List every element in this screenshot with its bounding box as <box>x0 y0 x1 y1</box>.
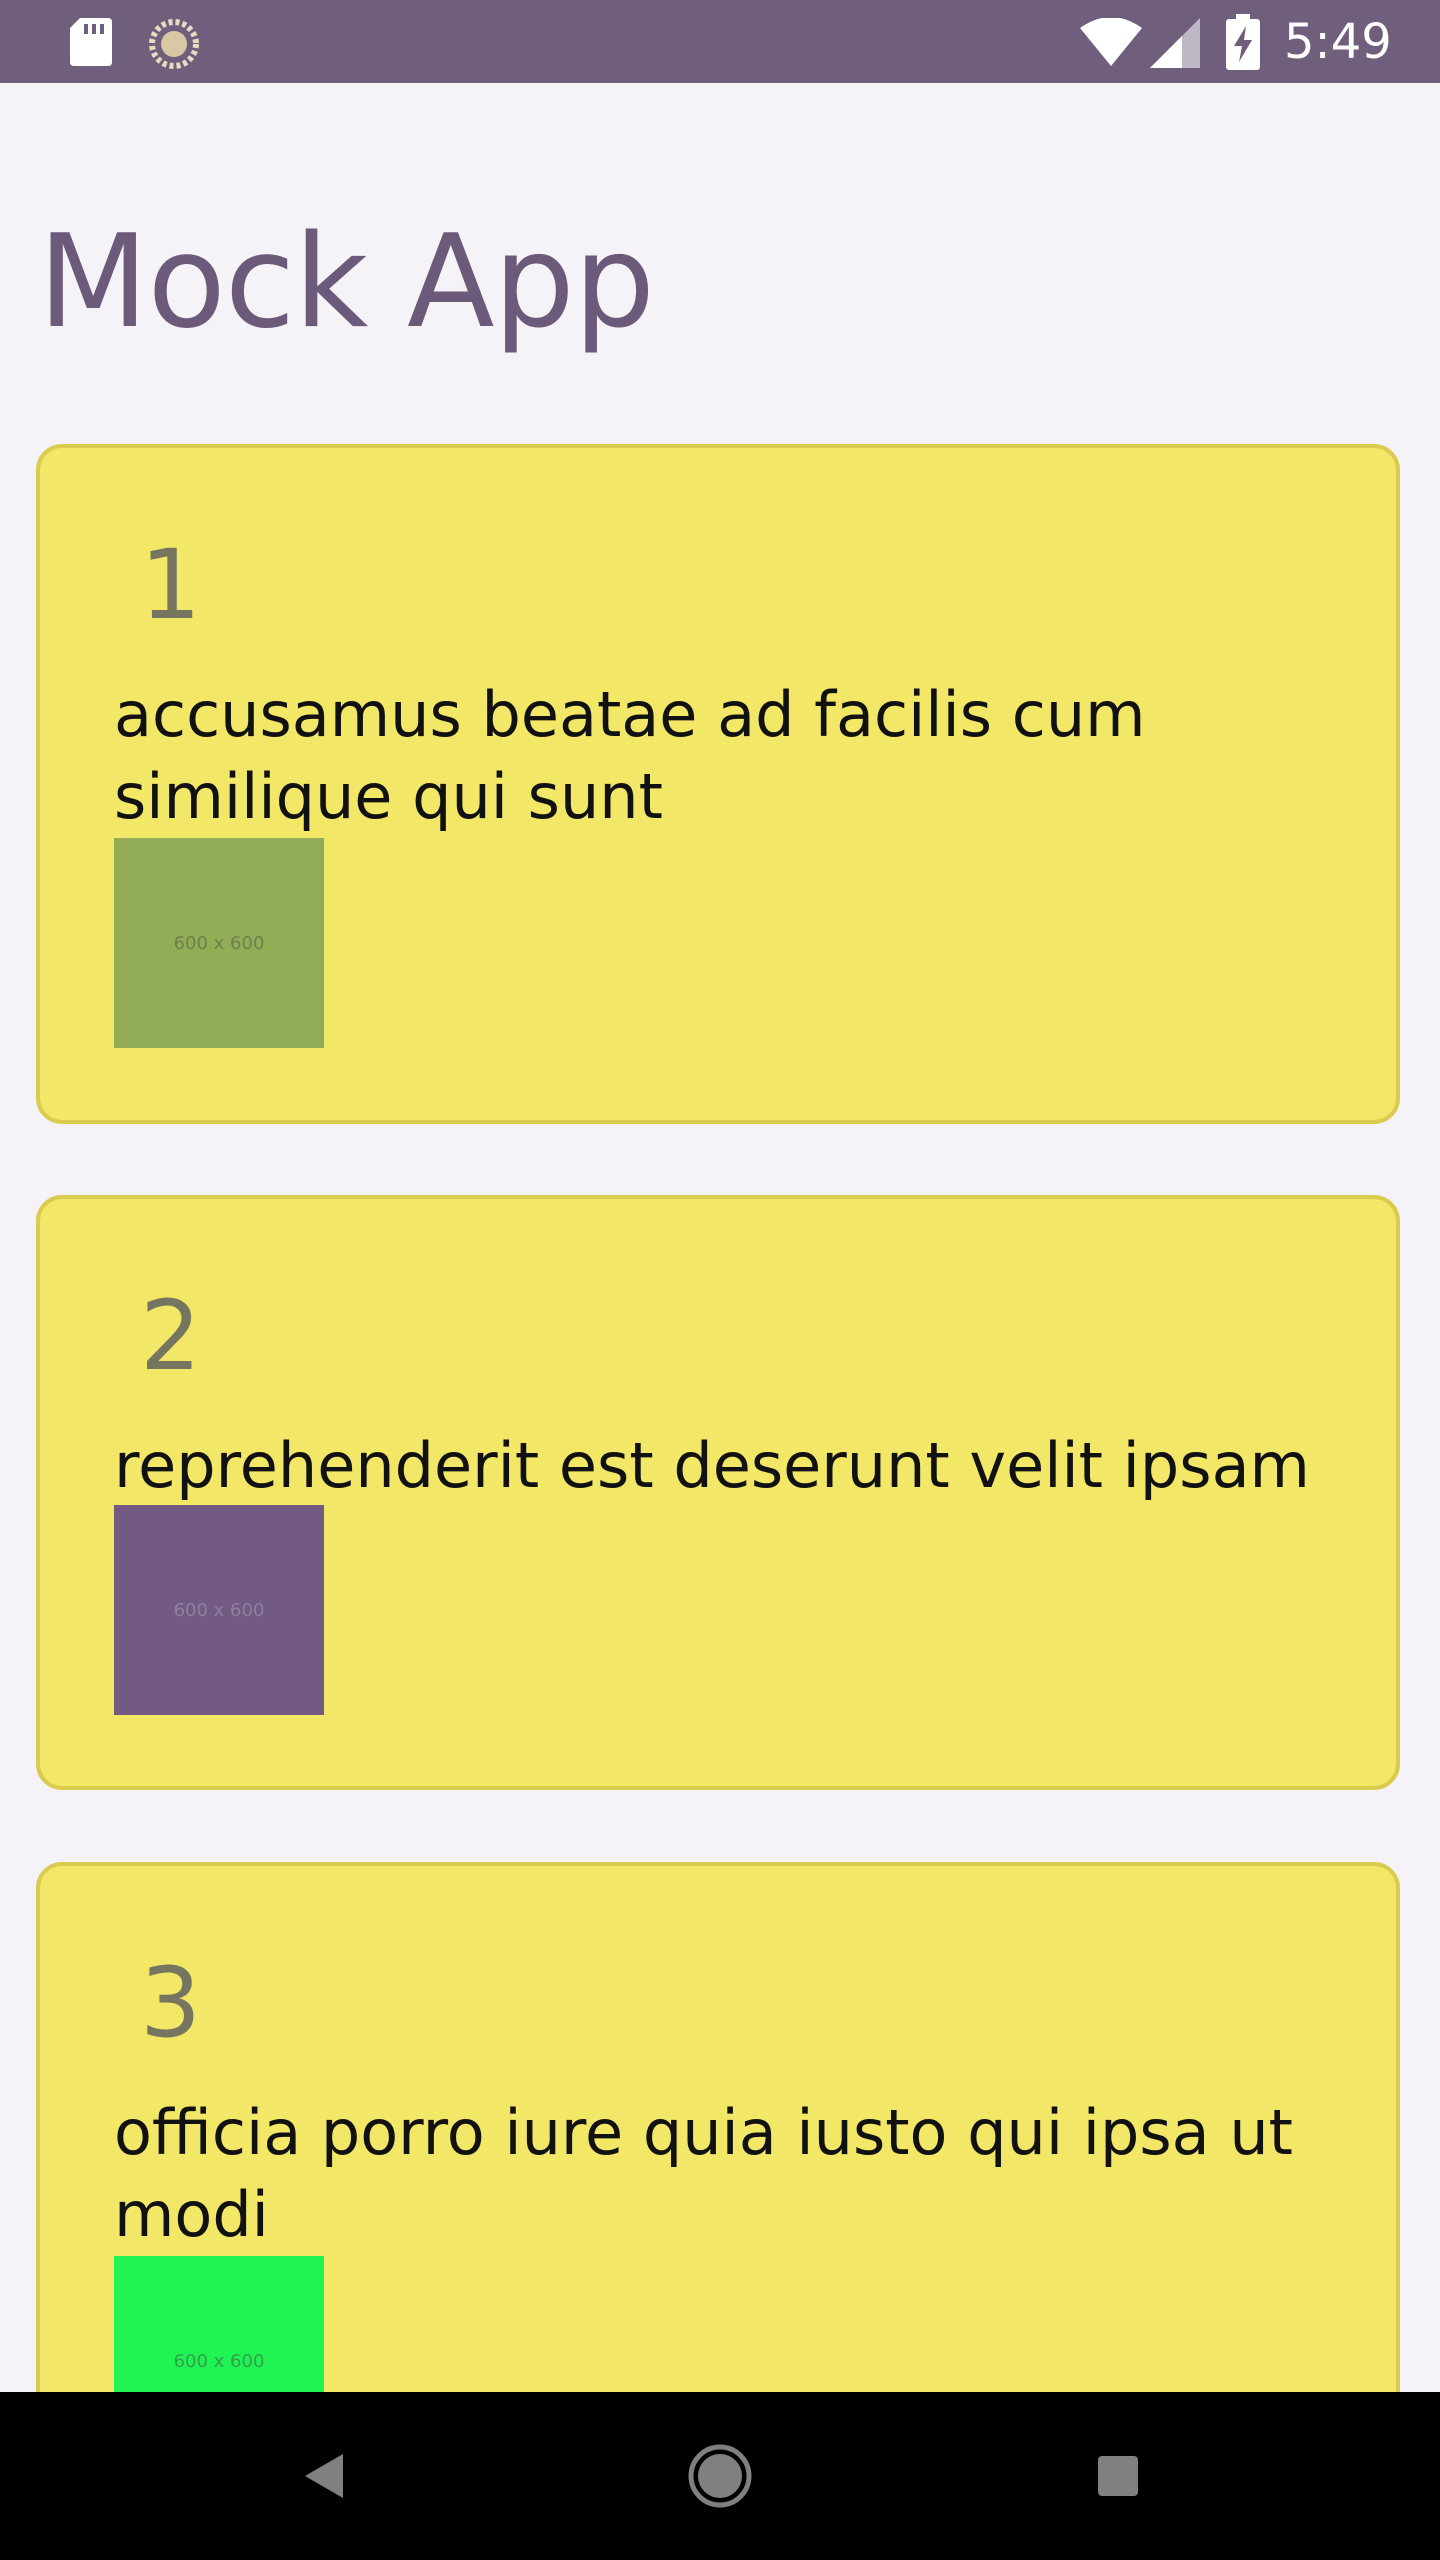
item-text: reprehenderit est deserunt velit ipsam <box>114 1429 1310 1502</box>
item-text: officia porro iure quia iusto qui ipsa u… <box>114 2096 1293 2251</box>
item-number: 1 <box>140 529 202 641</box>
wifi-icon <box>1080 18 1142 66</box>
app-screen: 5:49 Mock App 1 accusamus beatae ad faci… <box>0 0 1440 2560</box>
thumbnail-label: 600 x 600 <box>173 2350 265 2372</box>
recents-button[interactable] <box>1086 2444 1150 2508</box>
list-item[interactable]: 2 reprehenderit est deserunt velit ipsam… <box>36 1195 1400 1790</box>
back-button[interactable] <box>292 2444 356 2508</box>
item-thumbnail: 600 x 600 <box>114 838 324 1048</box>
thumbnail-label: 600 x 600 <box>173 932 265 954</box>
battery-charging-icon <box>1226 14 1260 70</box>
thumbnail-label: 600 x 600 <box>173 1599 265 1621</box>
recents-icon <box>1098 2456 1138 2496</box>
status-bar: 5:49 <box>0 0 1440 83</box>
item-text: accusamus beatae ad facilis cum similiqu… <box>114 678 1146 833</box>
home-button[interactable] <box>688 2444 752 2508</box>
home-icon <box>688 2444 752 2508</box>
item-thumbnail: 600 x 600 <box>114 1505 324 1715</box>
signal-icon <box>1150 18 1200 68</box>
status-clock: 5:49 <box>1284 14 1392 70</box>
back-icon <box>305 2454 343 2498</box>
item-number: 3 <box>140 1947 202 2059</box>
list-item[interactable]: 1 accusamus beatae ad facilis cum simili… <box>36 444 1400 1124</box>
sync-icon <box>149 19 199 69</box>
page-title: Mock App <box>38 208 655 357</box>
sd-card-icon <box>70 18 112 66</box>
navigation-bar <box>0 2392 1440 2560</box>
item-number: 2 <box>140 1280 202 1392</box>
